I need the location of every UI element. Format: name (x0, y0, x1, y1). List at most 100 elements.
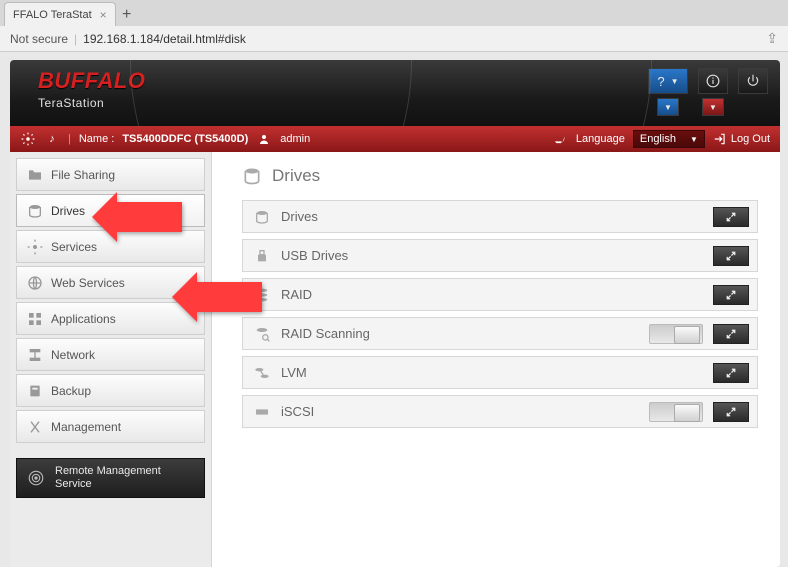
browser-tab[interactable]: FFALO TeraStat × (4, 2, 116, 26)
power-icon (746, 74, 760, 88)
main-panel: Drives Drives USB Drives (212, 152, 780, 567)
share-icon[interactable]: ⇪ (766, 30, 778, 47)
row-label: Drives (281, 209, 318, 224)
address-bar: Not secure | 192.168.1.184/detail.html#d… (0, 26, 788, 52)
usb-icon (253, 248, 271, 264)
new-tab-button[interactable]: + (116, 6, 138, 26)
dropdown-blue-button[interactable]: ▼ (657, 98, 679, 116)
raid-icon (253, 287, 271, 303)
toggle-switch[interactable] (649, 324, 703, 344)
drives-icon (242, 166, 262, 186)
help-icon: ? (657, 74, 664, 89)
sidebar-item-drives[interactable]: Drives (16, 194, 205, 227)
remote-label-2: Service (55, 478, 161, 491)
info-button[interactable] (698, 68, 728, 94)
chevron-down-icon: ▼ (690, 135, 698, 144)
logout-label: Log Out (731, 133, 770, 145)
scan-icon (253, 326, 271, 342)
info-icon (706, 74, 720, 88)
row-raid: RAID (242, 278, 758, 311)
sidebar-item-label: File Sharing (51, 168, 115, 182)
expand-button[interactable] (713, 207, 749, 227)
close-tab-icon[interactable]: × (100, 8, 107, 22)
app-body: File Sharing Drives Services Web Service… (10, 152, 780, 567)
tab-title: FFALO TeraStat (13, 9, 92, 21)
remote-management-button[interactable]: Remote Management Service (16, 458, 205, 498)
sidebar-item-label: Services (51, 240, 97, 254)
sidebar-item-web-services[interactable]: Web Services (16, 266, 205, 299)
row-label: USB Drives (281, 248, 348, 263)
row-drives: Drives (242, 200, 758, 233)
row-usb-drives: USB Drives (242, 239, 758, 272)
expand-button[interactable] (713, 246, 749, 266)
sidebar-item-label: Network (51, 348, 95, 362)
sidebar-item-label: Web Services (51, 276, 125, 290)
globe-icon (27, 275, 43, 291)
logout-button[interactable]: Log Out (713, 132, 770, 146)
sidebar-item-management[interactable]: Management (16, 410, 205, 443)
sidebar-item-services[interactable]: Services (16, 230, 205, 263)
sidebar: File Sharing Drives Services Web Service… (10, 152, 212, 567)
language-label: Language (576, 133, 625, 145)
username: admin (280, 133, 310, 145)
page-title: Drives (242, 166, 758, 186)
row-label: RAID (281, 287, 312, 302)
language-value: English (640, 133, 676, 145)
remote-label-1: Remote Management (55, 465, 161, 478)
sidebar-item-label: Management (51, 420, 121, 434)
header-actions: ? ▼ ▼ ▼ (648, 68, 768, 116)
device-name: TS5400DDFC (TS5400D) (122, 133, 248, 145)
remote-icon (27, 469, 45, 487)
help-button[interactable]: ? ▼ (648, 68, 688, 94)
music-icon[interactable]: ♪ (44, 131, 60, 147)
url-text[interactable]: 192.168.1.184/detail.html#disk (83, 32, 246, 46)
sidebar-item-applications[interactable]: Applications (16, 302, 205, 335)
row-label: RAID Scanning (281, 326, 370, 341)
row-raid-scanning: RAID Scanning (242, 317, 758, 350)
alert-dropdown-button[interactable]: ▼ (702, 98, 724, 116)
services-icon (27, 239, 43, 255)
toggle-switch[interactable] (649, 402, 703, 422)
security-badge: Not secure (10, 32, 68, 46)
language-icon (552, 131, 568, 147)
expand-button[interactable] (713, 285, 749, 305)
gear-icon[interactable] (20, 131, 36, 147)
drives-icon (253, 209, 271, 225)
tools-icon (27, 419, 43, 435)
logout-icon (713, 132, 727, 146)
section-list: Drives USB Drives RAID (242, 200, 758, 428)
iscsi-icon (253, 404, 271, 420)
app-header: BUFFALO TeraStation ? ▼ ▼ ▼ (10, 60, 780, 126)
sidebar-item-label: Applications (51, 312, 116, 326)
app-window: BUFFALO TeraStation ? ▼ ▼ ▼ (10, 60, 780, 567)
chevron-down-icon: ▼ (671, 77, 679, 86)
chevron-down-icon: ▼ (664, 103, 672, 112)
row-lvm: LVM (242, 356, 758, 389)
user-icon (256, 131, 272, 147)
backup-icon (27, 383, 43, 399)
expand-button[interactable] (713, 402, 749, 422)
sidebar-item-backup[interactable]: Backup (16, 374, 205, 407)
expand-button[interactable] (713, 324, 749, 344)
row-label: iSCSI (281, 404, 314, 419)
sidebar-item-label: Backup (51, 384, 91, 398)
drives-icon (27, 203, 43, 219)
status-bar: ♪ | Name : TS5400DDFC (TS5400D) admin La… (10, 126, 780, 152)
sidebar-item-network[interactable]: Network (16, 338, 205, 371)
sidebar-item-file-sharing[interactable]: File Sharing (16, 158, 205, 191)
row-iscsi: iSCSI (242, 395, 758, 428)
language-select[interactable]: English ▼ (633, 130, 705, 148)
apps-icon (27, 311, 43, 327)
chevron-down-icon: ▼ (709, 103, 717, 112)
power-button[interactable] (738, 68, 768, 94)
folder-icon (27, 167, 43, 183)
expand-button[interactable] (713, 363, 749, 383)
lvm-icon (253, 365, 271, 381)
row-label: LVM (281, 365, 307, 380)
browser-tab-strip: FFALO TeraStat × + (0, 0, 788, 26)
separator: | (74, 32, 77, 46)
network-icon (27, 347, 43, 363)
sidebar-item-label: Drives (51, 204, 85, 218)
name-label: Name : (79, 133, 114, 145)
page-title-text: Drives (272, 166, 320, 186)
